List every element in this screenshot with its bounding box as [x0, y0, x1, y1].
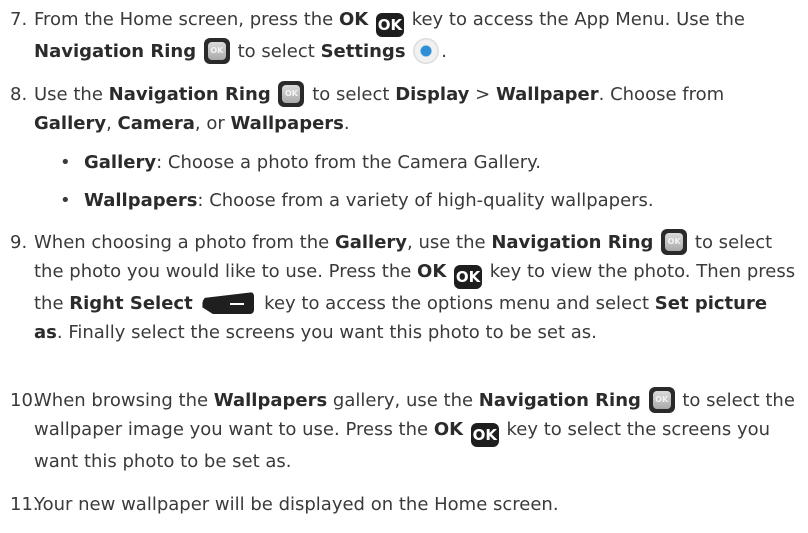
ok-label: OK [338, 9, 369, 30]
step-number: 9. [10, 232, 28, 253]
bullet-text: : Choose from a variety of high-quality … [197, 190, 654, 211]
step-text: . [441, 41, 447, 62]
navigation-ring-icon [648, 387, 675, 413]
navigation-ring-label: Navigation Ring [34, 41, 197, 62]
display-label: Display [395, 84, 470, 105]
bullet-gallery: • Gallery: Choose a photo from the Camera… [60, 148, 800, 177]
step-text: When choosing a photo from the [34, 232, 335, 253]
step-text: to select [231, 41, 321, 62]
right-select-key-icon [202, 292, 255, 314]
step-text: , use the [407, 232, 492, 253]
gallery-label: Gallery [334, 232, 408, 253]
navigation-ring-label: Navigation Ring [478, 390, 641, 411]
navigation-ring-icon [661, 229, 688, 255]
bullet-dot: • [60, 152, 71, 173]
step-text: key to access the options menu and selec… [258, 293, 655, 314]
settings-label: Settings [320, 41, 406, 62]
bullet-text: : Choose a photo from the Camera Gallery… [156, 152, 541, 173]
step-text: . Choose from [598, 84, 725, 105]
wallpapers-label: Wallpapers [213, 390, 328, 411]
step-number: 10. [10, 390, 39, 411]
wallpapers-label: Wallpapers [230, 113, 344, 134]
step-number: 11. [10, 494, 39, 515]
ok-label: OK [417, 261, 447, 282]
step-9: 9. When choosing a photo from the Gallery… [10, 228, 800, 347]
step-text: Your new wallpaper will be displayed on … [34, 494, 559, 515]
ok-key-icon: OK [375, 13, 404, 37]
step-number: 8. [10, 84, 28, 105]
bullet-wallpapers: • Wallpapers: Choose from a variety of hi… [60, 186, 800, 215]
bullet-dot: • [60, 190, 71, 211]
step-text: Use the [34, 84, 109, 105]
ok-key-icon: OK [454, 265, 483, 289]
step-text: , [106, 113, 118, 134]
step-text: , or [194, 113, 231, 134]
bullet-term: Wallpapers [84, 190, 198, 211]
step-7: 7. From the Home screen, press the OK OK … [10, 5, 800, 66]
navigation-ring-label: Navigation Ring [108, 84, 271, 105]
step-text: . Finally select the screens you want th… [56, 322, 597, 343]
step-text: From the Home screen, press the [34, 9, 339, 30]
step-11: 11.Your new wallpaper will be displayed … [10, 490, 800, 519]
wallpaper-label: Wallpaper [495, 84, 599, 105]
ok-key-icon: OK [470, 423, 499, 447]
navigation-ring-icon [278, 81, 305, 107]
camera-label: Camera [117, 113, 195, 134]
navigation-ring-icon [203, 38, 230, 64]
step-number: 7. [10, 9, 28, 30]
ok-label: OK [433, 419, 464, 440]
bullet-term: Gallery [84, 152, 157, 173]
step-text: gallery, use the [327, 390, 479, 411]
step-text: When browsing the [34, 390, 214, 411]
step-text: to select [306, 84, 396, 105]
step-8: 8. Use the Navigation Ring to select Disp… [10, 80, 800, 138]
navigation-ring-label: Navigation Ring [491, 232, 654, 253]
step-text: key to access the App Menu. Use the [405, 9, 745, 30]
step-text: . [343, 113, 350, 134]
step-10: 10.When browsing the Wallpapers gallery,… [10, 386, 800, 476]
step-text: > [469, 84, 496, 105]
settings-icon [413, 38, 440, 64]
gallery-label: Gallery [34, 113, 107, 134]
right-select-label: Right Select [69, 293, 193, 314]
